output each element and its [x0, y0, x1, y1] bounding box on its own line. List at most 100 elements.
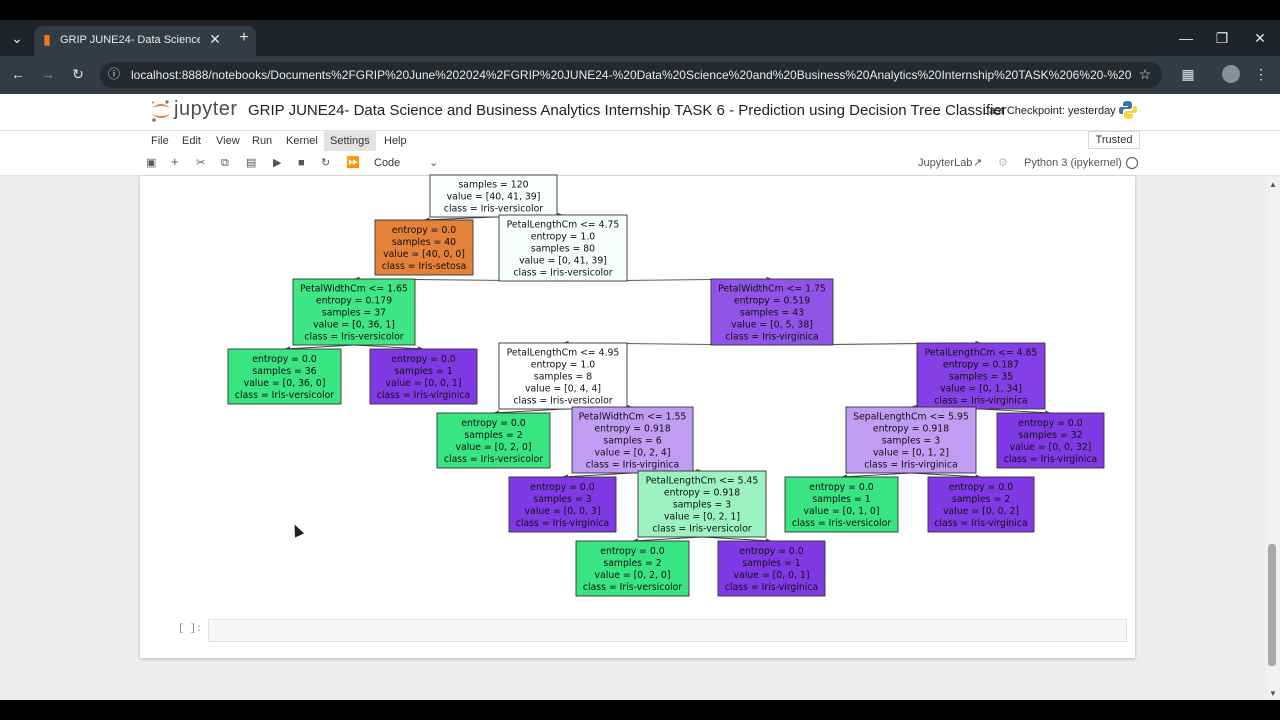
tree-node-label: value = [0, 1, 34]	[940, 384, 1022, 395]
tree-node-label: samples = 8	[534, 371, 592, 382]
tree-node-label: entropy = 0.0	[392, 225, 457, 236]
tree-node-label: samples = 6	[603, 435, 661, 446]
tree-node-label: PetalLengthCm <= 4.75	[507, 219, 620, 230]
tree-node-label: samples = 80	[531, 243, 595, 254]
tree-node-label: entropy = 1.0	[531, 359, 596, 370]
tree-node-label: samples = 40	[392, 237, 456, 248]
tree-node-label: samples = 2	[952, 494, 1010, 505]
tree-node-label: entropy = 0.0	[391, 354, 456, 365]
tree-node-label: class = Iris-virginica	[934, 518, 1027, 529]
tree-node-label: value = [0, 0, 32]	[1010, 442, 1092, 453]
tree-edge	[841, 472, 912, 478]
tree-node-label: value = [0, 4, 4]	[525, 384, 601, 395]
tree-edge	[353, 344, 424, 350]
tree-node-n15: entropy = 0.0samples = 1value = [0, 1, 0…	[784, 476, 899, 533]
tree-node-label: samples = 1	[742, 558, 800, 569]
tree-node-label: class = Iris-virginica	[864, 460, 957, 471]
tree-node-label: class = Iris-versicolor	[444, 204, 543, 215]
tree-node-label: samples = 1	[394, 366, 452, 377]
tree-node-label: entropy = 0.0	[1018, 418, 1083, 429]
tree-node-label: class = Iris-setosa	[382, 261, 467, 272]
tree-node-n7: PetalLengthCm <= 4.95entropy = 1.0sample…	[498, 342, 628, 410]
tree-node-n18: entropy = 0.0samples = 1value = [0, 0, 1…	[717, 540, 826, 597]
tree-node-label: entropy = 0.519	[734, 295, 810, 306]
tree-edge	[562, 472, 633, 478]
tree-node-label: class = Iris-virginica	[725, 332, 818, 343]
tree-node-n14: PetalLengthCm <= 5.45entropy = 0.918samp…	[637, 470, 767, 538]
tree-node-label: samples = 3	[533, 494, 591, 505]
tree-node-n12: entropy = 0.0samples = 32value = [0, 0, …	[996, 412, 1105, 469]
tree-node-label: samples = 120	[458, 179, 528, 190]
tree-node-n8: PetalLengthCm <= 4.85entropy = 0.187samp…	[916, 342, 1046, 410]
tree-node-n9: entropy = 0.0samples = 2value = [0, 2, 0…	[436, 412, 551, 469]
scrollbar-thumb[interactable]	[1268, 544, 1276, 666]
tree-node-label: class = Iris-virginica	[725, 582, 818, 593]
tree-node-n6: entropy = 0.0samples = 1value = [0, 0, 1…	[369, 348, 478, 405]
tree-node-n11: SepalLengthCm <= 5.95entropy = 0.918samp…	[845, 406, 977, 474]
tree-node-label: entropy = 0.0	[739, 546, 804, 557]
tree-node-label: entropy = 0.0	[809, 482, 874, 493]
tree-node-label: value = [0, 36, 0]	[244, 378, 326, 389]
tree-node-label: value = [0, 2, 4]	[595, 448, 671, 459]
tree-node-label: samples = 36	[252, 366, 316, 377]
scroll-up-icon[interactable]: ▲	[1268, 177, 1278, 193]
tree-node-label: samples = 3	[673, 499, 731, 510]
tree-node-label: value = [0, 1, 2]	[873, 448, 949, 459]
tree-node-label: value = [0, 2, 1]	[664, 512, 740, 523]
tree-node-label: samples = 1	[812, 494, 870, 505]
tree-node-label: samples = 2	[464, 430, 522, 441]
tree-node-n5: entropy = 0.0samples = 36value = [0, 36,…	[227, 348, 342, 405]
tree-node-label: SepalLengthCm <= 5.95	[853, 411, 969, 422]
tree-node-label: class = Iris-versicolor	[583, 582, 682, 593]
tree-edge	[284, 344, 355, 350]
tree-node-label: entropy = 0.187	[943, 359, 1019, 370]
tree-node-label: PetalLengthCm <= 4.85	[925, 347, 1038, 358]
tree-node-label: entropy = 0.0	[530, 482, 595, 493]
tree-node-label: entropy = 0.0	[461, 418, 526, 429]
tree-node-label: PetalLengthCm <= 5.45	[646, 475, 759, 486]
tree-node-label: value = [0, 36, 1]	[313, 320, 395, 331]
tree-node-label: class = Iris-versicolor	[792, 518, 891, 529]
tree-node-label: entropy = 1.0	[531, 231, 596, 242]
tree-node-label: entropy = 0.0	[949, 482, 1014, 493]
tree-node-label: value = [0, 0, 3]	[525, 506, 601, 517]
tree-node-n4: PetalWidthCm <= 1.75entropy = 0.519sampl…	[710, 278, 834, 346]
tree-node-n16: entropy = 0.0samples = 2value = [0, 0, 2…	[927, 476, 1035, 533]
tree-node-label: value = [0, 0, 2]	[943, 506, 1019, 517]
tree-node-label: entropy = 0.918	[664, 487, 740, 498]
tree-node-label: value = [40, 0, 0]	[383, 249, 465, 260]
tree-node-label: entropy = 0.0	[252, 354, 317, 365]
tree-node-label: entropy = 0.918	[873, 423, 949, 434]
tree-node-label: value = [40, 41, 39]	[447, 191, 541, 202]
tree-node-label: value = [0, 0, 1]	[386, 378, 462, 389]
tree-node-label: class = Iris-versicolor	[444, 454, 543, 465]
tree-edge	[980, 408, 1051, 414]
tree-node-label: samples = 2	[603, 558, 661, 569]
tree-edge	[493, 408, 564, 414]
tree-node-label: entropy = 0.0	[600, 546, 665, 557]
tree-node-label: value = [0, 41, 39]	[519, 256, 607, 267]
tree-edge	[632, 536, 703, 542]
tree-node-label: class = Iris-versicolor	[235, 390, 334, 401]
tree-node-label: value = [0, 2, 0]	[595, 570, 671, 581]
code-cell-input[interactable]	[208, 619, 1127, 642]
tree-node-label: value = [0, 0, 1]	[734, 570, 810, 581]
tree-node-label: entropy = 0.179	[316, 295, 392, 306]
tree-node-label: entropy = 0.918	[594, 423, 670, 434]
tree-node-label: samples = 32	[1018, 430, 1082, 441]
tree-node-n10: PetalWidthCm <= 1.55entropy = 0.918sampl…	[571, 406, 694, 474]
tree-node-label: value = [0, 2, 0]	[456, 442, 532, 453]
tree-edge	[910, 472, 982, 478]
tree-node-label: class = Iris-virginica	[1004, 454, 1097, 465]
tree-node-label: class = Iris-versicolor	[513, 396, 612, 407]
tree-node-label: samples = 43	[740, 307, 804, 318]
tree-node-label: value = [0, 1, 0]	[804, 506, 880, 517]
tree-node-label: value = [0, 5, 38]	[731, 320, 813, 331]
tree-node-label: class = Iris-virginica	[586, 460, 679, 471]
tree-node-root: samples = 120value = [40, 41, 39] class =…	[429, 174, 558, 218]
cell-prompt: [ ]:	[178, 624, 203, 635]
tree-node-label: samples = 3	[882, 435, 940, 446]
tree-node-label: class = Iris-versicolor	[304, 332, 403, 343]
tree-node-label: samples = 37	[322, 307, 386, 318]
tree-node-label: PetalWidthCm <= 1.65	[300, 283, 408, 294]
